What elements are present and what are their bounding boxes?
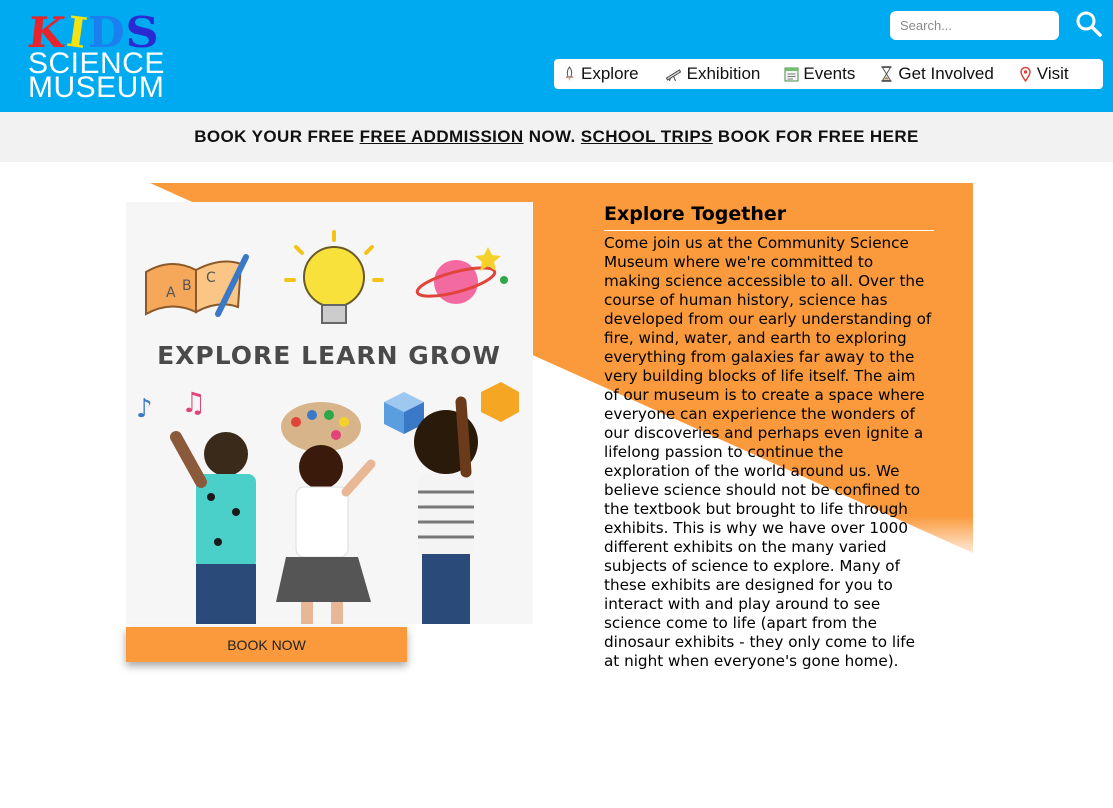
child-figure	[414, 396, 478, 624]
hourglass-icon	[881, 66, 892, 82]
nav-label-visit: Visit	[1036, 64, 1069, 83]
book-now-button[interactable]: BOOK NOW	[126, 627, 407, 662]
kids-drawing-image: A B C EXPLORE LEARN GROW ♪ ♫	[126, 202, 533, 624]
nav-item-visit[interactable]: Visit	[1018, 59, 1069, 89]
calendar-icon	[784, 67, 799, 82]
music-note-icon: ♪	[136, 394, 153, 424]
image-caption: EXPLORE LEARN GROW	[157, 341, 501, 370]
site-header: KIDS SCIENCE MUSEUM Explore Exhibition	[0, 0, 1113, 112]
svg-text:B: B	[182, 278, 192, 294]
telescope-icon	[665, 69, 681, 82]
nav-label-events: Events	[803, 64, 856, 83]
nav-item-exhibition[interactable]: Exhibition	[663, 59, 761, 89]
banner-text: BOOK YOUR FREE FREE ADDMISSION NOW. SCHO…	[194, 127, 919, 147]
nav-item-get-involved[interactable]: Get Involved	[879, 59, 994, 89]
nav-item-explore[interactable]: Explore	[562, 59, 639, 89]
nav-label-exhibition: Exhibition	[686, 64, 761, 83]
nav-label-get-involved: Get Involved	[898, 64, 994, 83]
paint-palette-icon	[281, 402, 361, 452]
article: Explore Together Come join us at the Com…	[604, 203, 934, 671]
search-input[interactable]	[890, 11, 1059, 40]
banner-text-part3: BOOK FOR FREE HERE	[712, 127, 919, 146]
school-trips-link[interactable]: SCHOOL TRIPS	[581, 127, 713, 146]
location-pin-icon	[1020, 66, 1031, 82]
article-title: Explore Together	[604, 203, 934, 231]
promo-banner: BOOK YOUR FREE FREE ADDMISSION NOW. SCHO…	[0, 112, 1113, 162]
nav-label-explore: Explore	[581, 64, 639, 83]
music-note-icon: ♫	[181, 386, 206, 419]
search-icon[interactable]	[1075, 10, 1103, 38]
site-logo[interactable]: KIDS SCIENCE MUSEUM	[25, 7, 168, 104]
svg-text:C: C	[206, 270, 216, 286]
article-body: Come join us at the Community Science Mu…	[604, 234, 932, 670]
main-nav: Explore Exhibition Events Get Involved V…	[554, 59, 1103, 89]
logo-museum-text: MUSEUM	[28, 71, 165, 104]
rocket-icon	[565, 66, 574, 81]
svg-text:A: A	[166, 285, 176, 301]
nav-item-events[interactable]: Events	[784, 59, 855, 89]
banner-text-part1: BOOK YOUR FREE	[194, 127, 360, 146]
free-admission-link[interactable]: FREE ADDMISSION	[360, 127, 524, 146]
banner-text-part2: NOW.	[523, 127, 581, 146]
kids-illustration: A B C EXPLORE LEARN GROW ♪ ♫	[126, 202, 533, 624]
